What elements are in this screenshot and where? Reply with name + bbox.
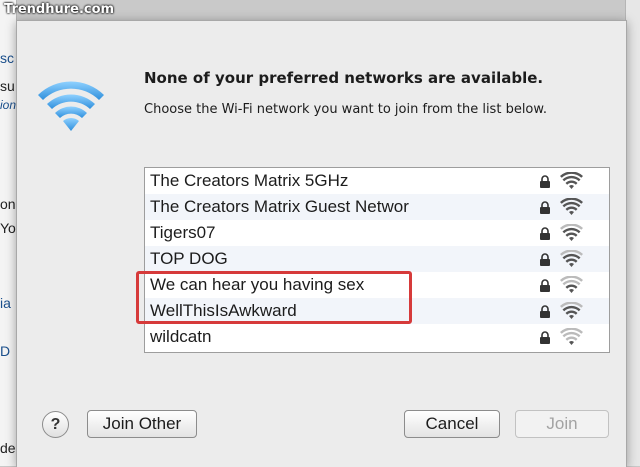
network-name: WellThisIsAwkward — [150, 301, 297, 320]
network-row[interactable]: wildcatn — [145, 324, 609, 350]
network-name: The Creators Matrix 5GHz — [150, 171, 349, 190]
network-row[interactable]: We can hear you having sex — [145, 272, 609, 298]
cancel-button[interactable]: Cancel — [404, 410, 500, 438]
lock-icon — [540, 227, 550, 240]
background-text: sc — [0, 50, 14, 66]
wifi-signal-icon — [560, 276, 583, 293]
wifi-signal-icon — [560, 328, 583, 345]
network-name: Tigers07 — [150, 223, 216, 242]
join-other-button[interactable]: Join Other — [87, 410, 197, 438]
wifi-dialog: None of your preferred networks are avai… — [16, 20, 627, 467]
wifi-icon — [38, 81, 104, 131]
background-window-right — [625, 0, 640, 466]
network-name: The Creators Matrix Guest Networ — [150, 197, 409, 216]
lock-icon — [540, 279, 550, 292]
lock-icon — [540, 253, 550, 266]
network-name: We can hear you having sex — [150, 275, 365, 294]
join-button[interactable]: Join — [515, 410, 609, 438]
background-text: de — [0, 440, 16, 456]
lock-icon — [540, 175, 550, 188]
network-row[interactable]: TOP DOG — [145, 246, 609, 272]
network-row[interactable]: The Creators Matrix 5GHz — [145, 168, 609, 194]
dialog-heading: None of your preferred networks are avai… — [144, 69, 544, 87]
background-text: ia — [0, 295, 11, 311]
background-text: ion — [0, 98, 16, 112]
wifi-signal-icon — [560, 302, 583, 319]
watermark: Trendhure.com — [4, 2, 115, 17]
network-row[interactable]: Tigers07 — [145, 220, 609, 246]
lock-icon — [540, 201, 550, 214]
network-name: wildcatn — [150, 327, 212, 346]
wifi-signal-icon — [560, 250, 583, 267]
network-row[interactable]: WellThisIsAwkward — [145, 298, 609, 324]
dialog-subheading: Choose the Wi-Fi network you want to joi… — [144, 102, 547, 117]
wifi-signal-icon — [560, 172, 583, 189]
wifi-signal-icon — [560, 198, 583, 215]
background-text: D — [0, 343, 11, 359]
background-text: su — [0, 78, 15, 94]
background-text: on — [0, 196, 16, 212]
background-text: Yo — [0, 220, 16, 236]
background-window-left: sc su ion on Yo ia D de — [0, 0, 17, 466]
lock-icon — [540, 331, 550, 344]
help-button[interactable]: ? — [42, 411, 69, 438]
network-name: TOP DOG — [150, 249, 228, 268]
wifi-signal-icon — [560, 224, 583, 241]
network-list[interactable]: The Creators Matrix 5GHz The Creators Ma… — [144, 167, 610, 353]
lock-icon — [540, 305, 550, 318]
network-row[interactable]: The Creators Matrix Guest Networ — [145, 194, 609, 220]
